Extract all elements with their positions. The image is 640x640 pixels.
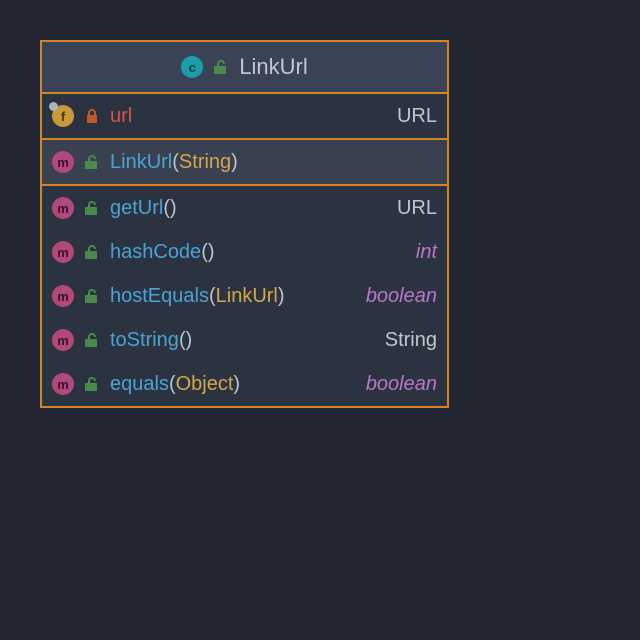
public-lock-icon xyxy=(84,376,100,392)
fields-section: f url URL xyxy=(42,94,447,138)
uml-class-box: c LinkUrl f url URL m LinkUrl(String) m getU… xyxy=(40,40,449,408)
public-lock-icon xyxy=(84,332,100,348)
class-name: LinkUrl xyxy=(239,54,307,80)
method-icon: m xyxy=(52,151,74,173)
member-signature: hostEquals(LinkUrl) xyxy=(110,285,285,308)
method-icon: m xyxy=(52,197,74,219)
class-header: c LinkUrl xyxy=(42,42,447,94)
public-lock-icon xyxy=(84,244,100,260)
member-signature: getUrl() xyxy=(110,197,177,220)
return-type: URL xyxy=(397,197,437,220)
method-row: m equals(Object) boolean xyxy=(42,362,447,406)
member-signature: url xyxy=(110,105,132,128)
field-row: f url URL xyxy=(42,94,447,138)
public-lock-icon xyxy=(84,288,100,304)
public-lock-icon xyxy=(84,200,100,216)
constructor-row: m LinkUrl(String) xyxy=(42,140,447,184)
method-row: m getUrl() URL xyxy=(42,186,447,230)
member-signature: toString() xyxy=(110,329,192,352)
method-icon: m xyxy=(52,329,74,351)
field-icon: f xyxy=(52,105,74,127)
return-type: boolean xyxy=(366,285,437,308)
return-type: int xyxy=(416,241,437,264)
member-signature: LinkUrl(String) xyxy=(110,151,238,174)
private-lock-icon xyxy=(84,108,100,124)
method-row: m toString() String xyxy=(42,318,447,362)
method-icon: m xyxy=(52,285,74,307)
return-type: URL xyxy=(397,105,437,128)
method-icon: m xyxy=(52,241,74,263)
return-type: String xyxy=(385,329,437,352)
public-lock-icon xyxy=(84,154,100,170)
public-lock-icon xyxy=(213,59,229,75)
method-row: m hostEquals(LinkUrl) boolean xyxy=(42,274,447,318)
constructors-section: m LinkUrl(String) xyxy=(42,138,447,184)
methods-section: m getUrl() URL m hashCode() int m hostEquals(Li… xyxy=(42,184,447,406)
method-icon: m xyxy=(52,373,74,395)
return-type: boolean xyxy=(366,373,437,396)
member-signature: hashCode() xyxy=(110,241,215,264)
member-signature: equals(Object) xyxy=(110,373,240,396)
method-row: m hashCode() int xyxy=(42,230,447,274)
class-icon: c xyxy=(181,56,203,78)
